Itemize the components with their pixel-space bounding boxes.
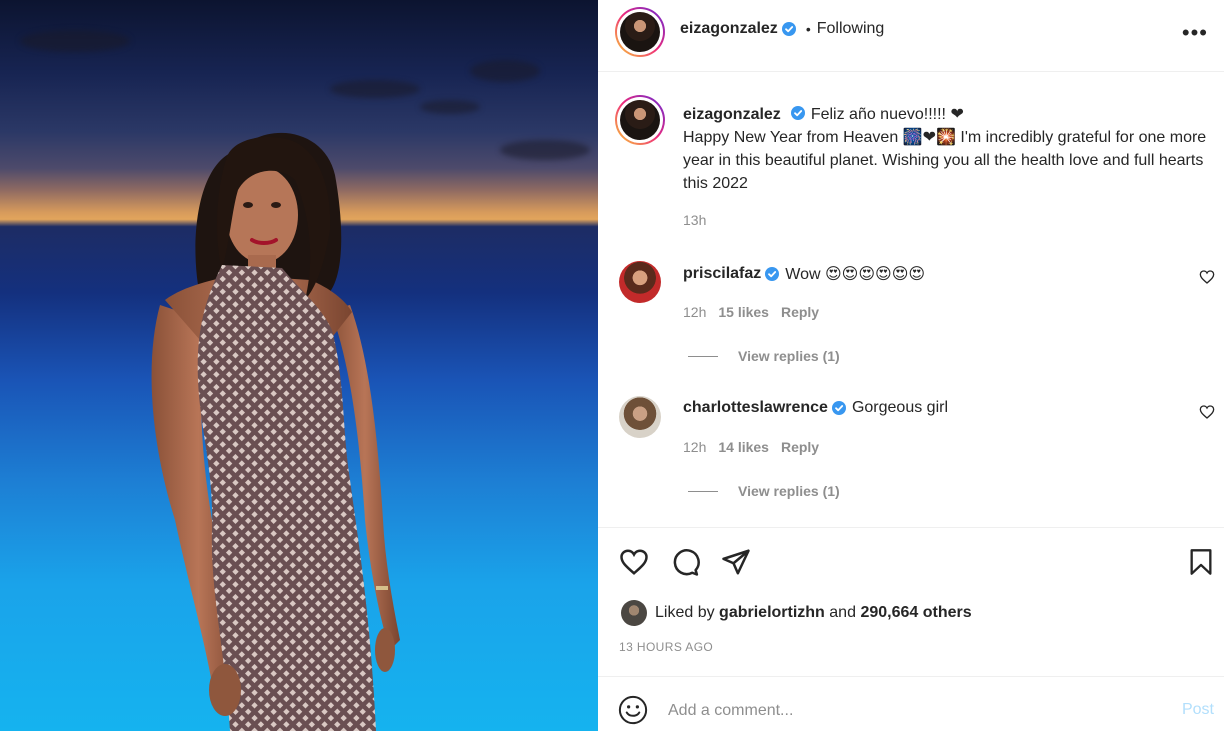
separator-dot: • xyxy=(805,21,811,37)
caption-title: Feliz año nuevo!!!!! ❤ xyxy=(810,106,964,123)
verified-badge-icon xyxy=(831,401,846,415)
caption-time[interactable]: 13h xyxy=(683,212,706,228)
post-timestamp[interactable]: 13 HOURS AGO xyxy=(619,640,713,654)
following-button[interactable]: Following xyxy=(817,20,885,38)
caption-avatar-image xyxy=(620,100,660,140)
view-replies-dash xyxy=(688,490,718,492)
commenter-username[interactable]: charlotteslawrence xyxy=(683,399,828,417)
reply-button[interactable]: Reply xyxy=(781,439,819,455)
view-replies-dash xyxy=(688,355,718,357)
verified-badge-icon xyxy=(790,106,805,120)
post-comment-button[interactable]: Post xyxy=(1182,701,1214,719)
comment-text: Wow 😍😍😍😍😍😍 xyxy=(785,266,926,283)
caption-author-avatar[interactable] xyxy=(615,95,665,145)
comment-time[interactable]: 12h xyxy=(683,439,706,455)
commenter-username[interactable]: priscilafaz xyxy=(683,265,761,283)
view-replies-label: View replies (1) xyxy=(738,483,840,499)
post-photo[interactable] xyxy=(0,0,598,731)
liked-by-count[interactable]: 290,664 others xyxy=(860,604,971,622)
post-actions: Liked by gabrielortizhn and 290,664 othe… xyxy=(598,527,1224,677)
view-replies-button[interactable]: View replies (1) xyxy=(688,483,840,499)
verified-badge-icon xyxy=(765,267,780,281)
caption-body: eizagonzalez Feliz año nuevo!!!!! ❤ Happ… xyxy=(683,103,1223,195)
like-comment-heart-icon[interactable] xyxy=(1199,269,1215,285)
comment-text: Gorgeous girl xyxy=(851,399,948,416)
comment-line: charlotteslawrence Gorgeous girl xyxy=(683,399,948,417)
liked-by-avatar[interactable] xyxy=(621,600,647,626)
post-side-panel: eizagonzalez • Following ••• eizagonzale… xyxy=(598,0,1224,731)
share-paper-plane-icon[interactable] xyxy=(721,547,751,577)
comment-likes[interactable]: 14 likes xyxy=(718,439,769,455)
author-line: eizagonzalez • Following xyxy=(680,20,884,38)
author-avatar[interactable] xyxy=(615,7,665,57)
woman-figure xyxy=(151,132,400,731)
like-comment-heart-icon[interactable] xyxy=(1199,404,1215,420)
comment-meta: 12h 14 likes Reply xyxy=(683,439,819,455)
author-avatar-image xyxy=(620,12,660,52)
like-heart-icon[interactable] xyxy=(619,547,649,577)
comment-composer: Post xyxy=(598,676,1224,731)
liked-by-prefix: Liked by xyxy=(655,604,715,621)
more-options-icon[interactable]: ••• xyxy=(1182,20,1208,46)
save-bookmark-icon[interactable] xyxy=(1187,547,1215,577)
liked-by-and: and xyxy=(829,604,856,621)
liked-by: Liked by gabrielortizhn and 290,664 othe… xyxy=(621,600,972,626)
view-replies-label: View replies (1) xyxy=(738,348,840,364)
comment-bubble-icon[interactable] xyxy=(670,547,700,577)
post-header: eizagonzalez • Following ••• xyxy=(598,0,1224,72)
emoji-icon[interactable] xyxy=(618,695,648,725)
author-username[interactable]: eizagonzalez xyxy=(680,20,778,38)
comment-line: priscilafaz Wow 😍😍😍😍😍😍 xyxy=(683,264,925,284)
reply-button[interactable]: Reply xyxy=(781,304,819,320)
commenter-avatar[interactable] xyxy=(619,261,661,303)
verified-badge-icon xyxy=(781,22,796,36)
comment-time[interactable]: 12h xyxy=(683,304,706,320)
comment-meta: 12h 15 likes Reply xyxy=(683,304,819,320)
view-replies-button[interactable]: View replies (1) xyxy=(688,348,840,364)
caption-text: Happy New Year from Heaven 🎆❤🎇 I'm incre… xyxy=(683,129,1207,192)
caption-username[interactable]: eizagonzalez xyxy=(683,106,781,123)
add-comment-input[interactable] xyxy=(668,697,1148,725)
commenter-avatar[interactable] xyxy=(619,396,661,438)
comment-likes[interactable]: 15 likes xyxy=(718,304,769,320)
liked-by-user[interactable]: gabrielortizhn xyxy=(719,604,825,622)
